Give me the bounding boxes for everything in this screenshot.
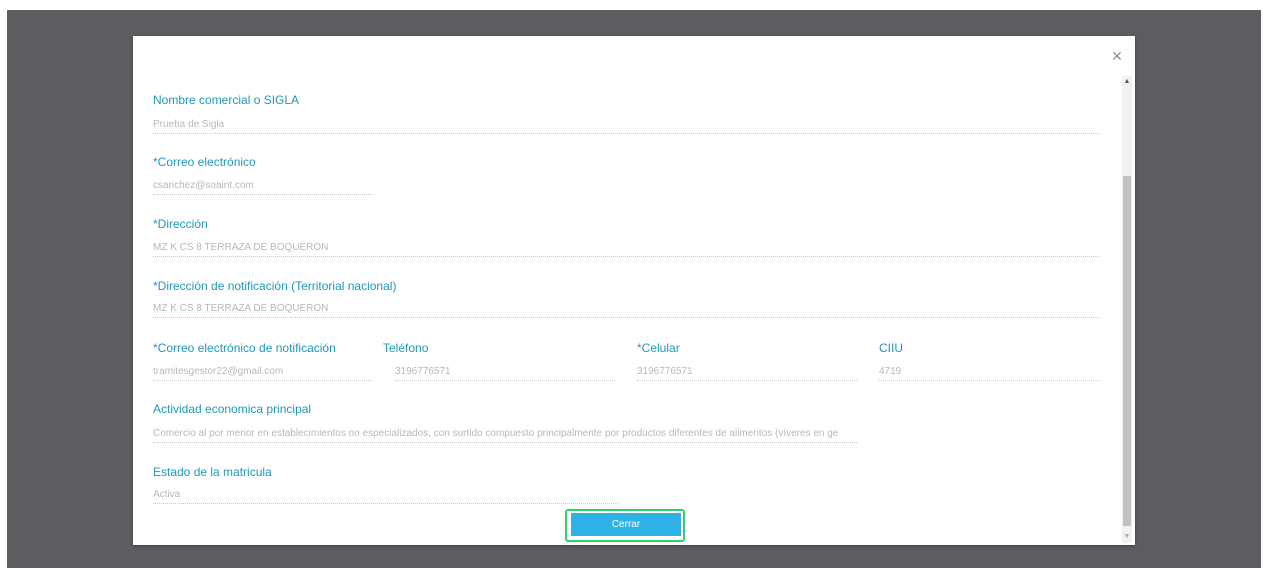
ciiu-label: CIIU xyxy=(879,341,903,355)
actividad-field: Comercio al por menor en establecimiento… xyxy=(153,428,857,443)
cerrar-button[interactable]: Cerrar xyxy=(571,513,681,536)
celular-field: 3196776571 xyxy=(637,366,857,381)
direccion-field: MZ K CS 8 TERRAZA DE BOQUERON xyxy=(153,242,1100,257)
correo-label: *Correo electrónico xyxy=(153,155,256,169)
nombre-comercial-field: Prueba de Sigla xyxy=(153,119,1100,134)
business-details-modal: × ▲ ▼ Nombre comercial o SIGLA Prueba de… xyxy=(133,36,1135,545)
correo-notificacion-label: *Correo electrónico de notificación xyxy=(153,341,336,355)
ciiu-field: 4719 xyxy=(879,366,1100,381)
estado-label: Estado de la matricula xyxy=(153,465,272,479)
scrollbar[interactable]: ▲ ▼ xyxy=(1122,76,1132,543)
direccion-notificacion-label: *Dirección de notificación (Territorial … xyxy=(153,279,397,293)
telefono-field: 3196776571 xyxy=(395,366,615,381)
telefono-label: Teléfono xyxy=(383,341,429,355)
celular-label: *Celular xyxy=(637,341,680,355)
close-icon[interactable]: × xyxy=(1107,46,1127,66)
correo-field: csanchez@soaint.com xyxy=(153,180,373,195)
correo-notificacion-field: tramitesgestor22@gmail.com xyxy=(153,366,373,381)
nombre-comercial-label: Nombre comercial o SIGLA xyxy=(153,93,300,107)
estado-field: Activa xyxy=(153,489,618,504)
direccion-notificacion-field: MZ K CS 8 TERRAZA DE BOQUERON xyxy=(153,303,1100,318)
actividad-label: Actividad economica principal xyxy=(153,402,312,416)
scrollbar-thumb[interactable] xyxy=(1123,176,1131,526)
direccion-label: *Dirección xyxy=(153,217,208,231)
scroll-down-arrow-icon[interactable]: ▼ xyxy=(1122,531,1132,543)
scroll-up-arrow-icon[interactable]: ▲ xyxy=(1122,76,1132,88)
